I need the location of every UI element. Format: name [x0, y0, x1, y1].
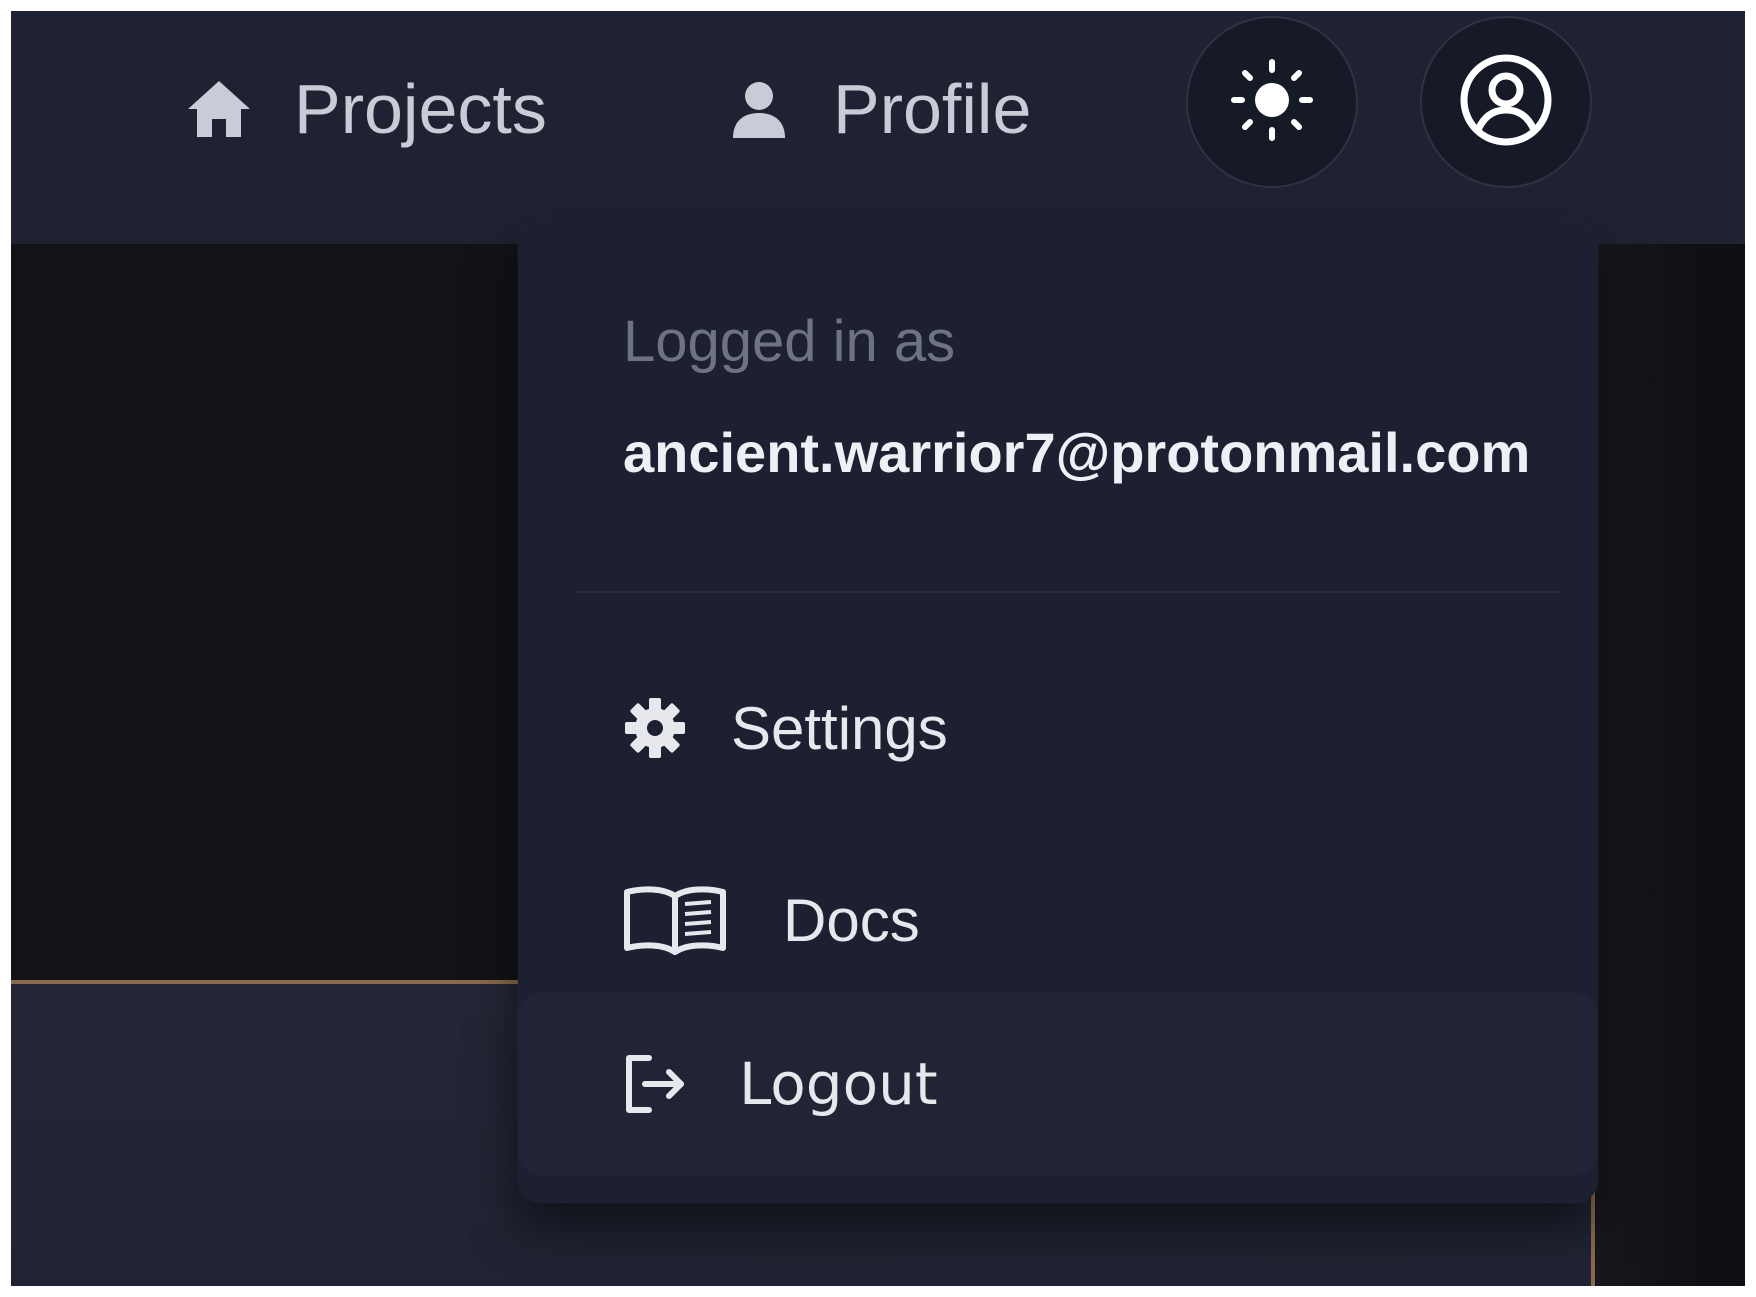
app-window: Projects Profile Logged in as ancient.wa…: [11, 11, 1745, 1286]
menu-item-docs[interactable]: Docs: [518, 855, 1598, 985]
menu-item-logout[interactable]: Logout: [518, 993, 1598, 1175]
logout-icon: [623, 1054, 689, 1114]
user-email: ancient.warrior7@protonmail.com: [623, 421, 1531, 484]
sun-icon: [1230, 58, 1314, 147]
user-icon: [731, 80, 787, 138]
menu-item-settings[interactable]: Settings: [518, 663, 1598, 793]
book-open-icon: [623, 884, 727, 956]
nav-projects-label: Projects: [294, 70, 547, 148]
account-dropdown-menu: Logged in as ancient.warrior7@protonmail…: [518, 223, 1598, 1203]
menu-divider: [576, 591, 1561, 593]
menu-item-logout-label: Logout: [739, 1050, 938, 1118]
nav-projects-link[interactable]: Projects: [186, 53, 547, 165]
content-panel-left: [11, 244, 531, 980]
logged-in-label: Logged in as: [623, 309, 956, 374]
content-panel-right: [1596, 244, 1745, 1286]
user-circle-icon: [1458, 52, 1554, 153]
home-icon: [186, 79, 252, 139]
top-navbar: Projects Profile: [11, 11, 1745, 244]
account-menu-button[interactable]: [1420, 16, 1592, 188]
theme-toggle-button[interactable]: [1186, 16, 1358, 188]
menu-item-settings-label: Settings: [731, 694, 948, 762]
gear-icon: [623, 696, 687, 760]
nav-profile-link[interactable]: Profile: [731, 53, 1031, 165]
nav-profile-label: Profile: [833, 70, 1032, 148]
menu-item-docs-label: Docs: [783, 886, 920, 954]
